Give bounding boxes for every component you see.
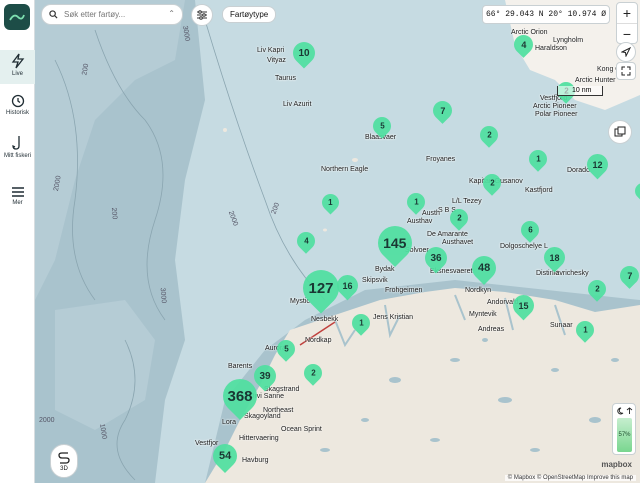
vessel-label[interactable]: Froyanes <box>426 156 455 163</box>
lightning-icon <box>11 53 24 69</box>
vessel-label[interactable]: Liv Azurit <box>283 101 311 108</box>
vessel-label[interactable]: Barents <box>228 363 252 370</box>
nav-mitt-fiskeri-label: Mitt fiskeri <box>4 153 31 159</box>
zoom-controls: + − <box>616 2 638 44</box>
vessel-label[interactable]: Arctic Orion <box>511 29 548 36</box>
vessel-label[interactable]: Arctic Hunter <box>575 77 615 84</box>
vessel-label[interactable]: Arctic Pioneer <box>533 103 577 110</box>
depth-label: 3000 <box>158 287 167 304</box>
depth-label: 2000 <box>39 417 55 424</box>
3d-label: 3D <box>60 465 68 472</box>
vessel-label[interactable]: Tavrichesky <box>552 270 589 277</box>
vessel-label[interactable]: Dolgoschelye L <box>500 243 548 250</box>
daylight-level: 57% <box>617 418 632 452</box>
fullscreen-button[interactable] <box>616 62 636 80</box>
route-icon <box>58 451 70 464</box>
vessel-label[interactable]: Hittervaering <box>239 435 279 442</box>
vessel-label[interactable]: Austhavet <box>442 239 473 246</box>
nav-mitt-fiskeri[interactable]: Mitt fiskeri <box>0 135 35 175</box>
nav-live[interactable]: Live <box>0 50 35 84</box>
nav-mer[interactable]: Mer <box>0 186 35 218</box>
app-logo[interactable] <box>4 4 30 30</box>
expand-icon <box>621 66 631 76</box>
vessel-label[interactable]: Andreas <box>478 326 504 333</box>
sort-chevron-icon[interactable]: ⌃ <box>168 9 175 18</box>
vessel-label[interactable]: Bydak <box>375 266 394 273</box>
vessel-label[interactable]: Austhav <box>407 218 432 225</box>
vessel-label[interactable]: Vityaz <box>267 57 286 64</box>
vessel-label[interactable]: Jens Kristian <box>373 314 413 321</box>
nav-historisk[interactable]: Historisk <box>0 94 35 126</box>
vessel-label[interactable]: Havburg <box>242 457 268 464</box>
zoom-out-button[interactable]: − <box>617 23 637 43</box>
vessel-label[interactable]: Austh <box>422 210 440 217</box>
vessel-label[interactable]: Northern Eagle <box>321 166 368 173</box>
search-input[interactable] <box>64 10 164 19</box>
nav-live-label: Live <box>11 71 23 77</box>
vessel-label[interactable]: Polar Pioneer <box>535 111 577 118</box>
vessel-label[interactable]: Myntevik <box>469 311 497 318</box>
vessel-label[interactable]: L/L Tezey <box>452 198 482 205</box>
vessel-label[interactable]: Nordkyn <box>465 287 491 294</box>
map-attribution[interactable]: © Mapbox © OpenStreetMap Improve this ma… <box>504 475 636 481</box>
menu-icon <box>11 187 24 197</box>
vessel-label[interactable]: Haraldson <box>535 45 567 52</box>
layers-icon <box>614 126 626 137</box>
vessel-label[interactable]: Skipsvik <box>362 277 388 284</box>
vessel-label[interactable]: Taurus <box>275 75 296 82</box>
vessel-label[interactable]: Nesbekk <box>311 316 338 323</box>
vessel-label[interactable]: Skagoyland <box>244 413 281 420</box>
scale-bar: 10 nm <box>557 86 603 96</box>
layers-button[interactable] <box>608 120 632 144</box>
vessel-label[interactable]: Ocean Sprint <box>281 426 322 433</box>
map-canvas[interactable]: 3000 2000 200 2000 200 3000 200 2000 100… <box>35 0 640 483</box>
vessel-label[interactable]: Sunaar <box>550 322 573 329</box>
nav-historisk-label: Historisk <box>5 110 29 116</box>
side-navigation: Live Historisk Mitt fiskeri Mer <box>0 0 35 483</box>
vessel-search[interactable]: ⌃ <box>41 4 183 25</box>
zoom-in-button[interactable]: + <box>617 3 637 23</box>
vessel-label[interactable]: De Amarante <box>427 231 468 238</box>
3d-toggle-button[interactable]: 3D <box>50 444 78 478</box>
vessel-label[interactable]: Lyngholm <box>553 37 583 44</box>
nav-mer-label: Mer <box>12 200 23 206</box>
cursor-coordinates: 66° 29.043 N 20° 10.974 Ø <box>482 5 610 24</box>
map-basemap <box>35 0 640 483</box>
depth-label: 200 <box>109 207 118 220</box>
arrow-up-icon <box>626 407 633 414</box>
search-icon <box>49 10 58 19</box>
vessel-label[interactable]: Kastfjord <box>525 187 553 194</box>
vessel-label[interactable]: Vestfjor <box>195 440 218 447</box>
vessel-label[interactable]: Liv Kapri <box>257 47 284 54</box>
vessel-type-filter-chip[interactable]: Fartøytype <box>222 6 277 23</box>
compass-button[interactable] <box>616 42 636 62</box>
filter-button[interactable] <box>191 4 213 26</box>
vessel-label[interactable]: Lora <box>222 419 236 426</box>
vessel-label[interactable]: Frohgeimen <box>385 287 422 294</box>
vessel-label[interactable]: Nordkap <box>305 337 331 344</box>
time-of-day-panel[interactable]: 57% <box>612 403 636 455</box>
compass-icon <box>621 47 631 57</box>
sliders-icon <box>197 10 207 20</box>
mapbox-logo: mapbox <box>601 460 632 469</box>
history-icon <box>11 94 24 108</box>
fishhook-icon <box>11 136 20 150</box>
moon-icon <box>617 407 624 415</box>
